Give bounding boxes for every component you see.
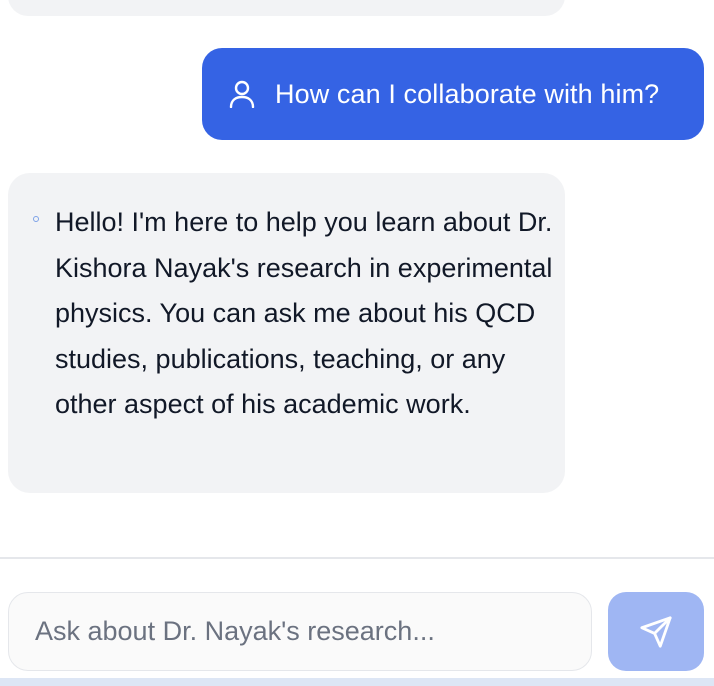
assistant-message-text: Hello! I'm here to help you learn about …	[55, 207, 553, 419]
bottom-strip	[0, 678, 714, 686]
message-input-container	[8, 592, 592, 671]
send-icon	[640, 615, 672, 648]
assistant-message-bubble: Hello! I'm here to help you learn about …	[8, 173, 565, 493]
send-button[interactable]	[608, 592, 704, 671]
user-message-text: How can I collaborate with him?	[275, 78, 660, 109]
bot-icon	[32, 210, 40, 222]
message-input[interactable]	[9, 593, 591, 670]
composer-divider	[0, 557, 714, 559]
user-icon	[229, 80, 255, 109]
chat-page: How can I collaborate with him? Hello! I…	[0, 0, 714, 686]
previous-message-bubble	[8, 0, 565, 16]
user-message-bubble: How can I collaborate with him?	[202, 48, 704, 140]
